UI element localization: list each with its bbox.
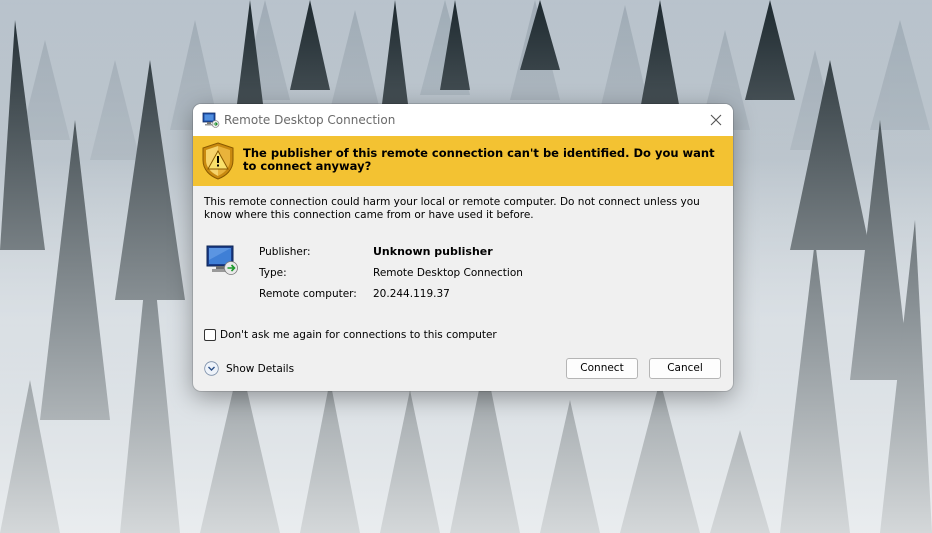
close-button[interactable] — [699, 104, 733, 136]
show-details-toggle[interactable]: Show Details — [204, 360, 294, 377]
type-value: Remote Desktop Connection — [373, 267, 523, 279]
dont-ask-again-option[interactable]: Don't ask me again for connections to th… — [204, 328, 497, 342]
publisher-label: Publisher: — [259, 246, 311, 258]
remote-desktop-dialog: Remote Desktop Connection The publisher … — [193, 104, 733, 391]
close-icon — [710, 114, 722, 126]
warning-message: The publisher of this remote connection … — [243, 146, 715, 173]
title-bar[interactable]: Remote Desktop Connection — [193, 104, 733, 136]
remote-desktop-icon — [202, 111, 220, 129]
connect-button[interactable]: Connect — [566, 358, 638, 379]
show-details-label[interactable]: Show Details — [226, 363, 294, 375]
dont-ask-again-label[interactable]: Don't ask me again for connections to th… — [220, 329, 497, 341]
warning-banner: The publisher of this remote connection … — [193, 136, 733, 186]
warning-description: This remote connection could harm your l… — [204, 196, 700, 221]
type-label: Type: — [259, 267, 287, 279]
remote-computer-value: 20.244.119.37 — [373, 288, 450, 300]
publisher-value: Unknown publisher — [373, 245, 493, 258]
dont-ask-again-checkbox[interactable] — [204, 329, 216, 341]
chevron-down-circle-icon[interactable] — [204, 361, 219, 376]
window-title: Remote Desktop Connection — [224, 113, 396, 127]
shield-warning-icon — [201, 142, 235, 180]
cancel-button[interactable]: Cancel — [649, 358, 721, 379]
remote-computer-label: Remote computer: — [259, 288, 357, 300]
remote-computer-icon — [205, 242, 241, 278]
